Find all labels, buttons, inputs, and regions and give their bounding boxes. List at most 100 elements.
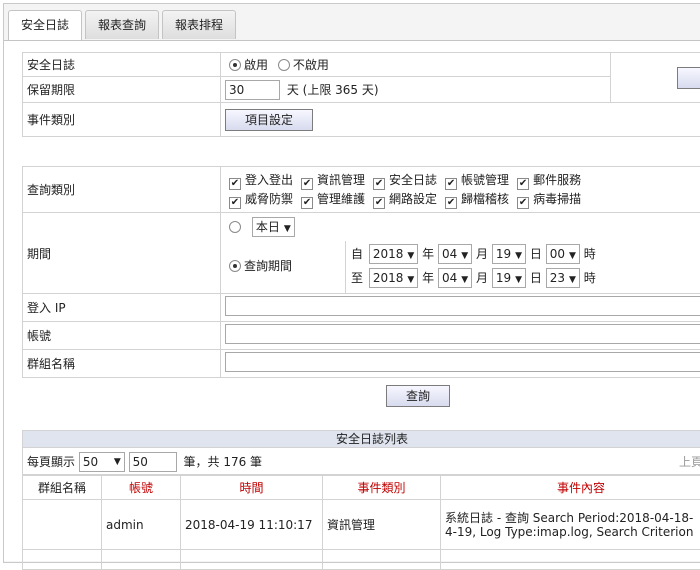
account-label: 帳號 (23, 322, 221, 350)
checkbox[interactable]: ✔ (517, 178, 529, 190)
preset-row: 本日 ▼ (229, 217, 295, 237)
custom-period-label: 查詢期間 (244, 259, 292, 273)
category-info-mgmt[interactable]: ✔資訊管理 (301, 171, 365, 190)
category-archive[interactable]: ✔ 歸檔稽核 (445, 190, 509, 209)
category-label: 安全日誌 (389, 173, 437, 187)
retention-label: 保留期限 (23, 77, 221, 103)
content-line: 系統日誌 - 查詢 Search Period:2018-04-18- (445, 511, 700, 525)
item-settings-button[interactable]: 項目設定 (225, 109, 313, 131)
checkbox[interactable]: ✔ (301, 178, 313, 190)
login-ip-input[interactable] (225, 296, 700, 316)
checkbox[interactable]: ✔ (517, 197, 529, 209)
cell-empty (323, 550, 441, 570)
from-row: 自 2018▼ 年 04▼ 月 19▼ 日 00▼ 時 (351, 244, 596, 264)
hour-unit: 時 (584, 247, 596, 261)
value: 00 (550, 247, 565, 261)
from-hour-select[interactable]: 00▼ (546, 244, 580, 264)
checkbox[interactable]: ✔ (229, 197, 241, 209)
checkbox[interactable]: ✔ (373, 178, 385, 190)
category-threat[interactable]: ✔ 威脅防禦 (229, 190, 293, 209)
disable-option[interactable]: 不啟用 (278, 58, 329, 72)
dropdown-arrow-icon: ▼ (461, 275, 468, 285)
to-month-select[interactable]: 04▼ (438, 268, 472, 288)
preset-value: 本日 (256, 220, 280, 234)
log-table: 群組名稱 帳號 時間 事件類別 事件內容 admin 2018-04-19 11… (22, 475, 700, 570)
category-login[interactable]: ✔ 登入登出 (229, 171, 293, 190)
login-ip-cell (221, 294, 700, 322)
group-name-input[interactable] (225, 352, 700, 372)
query-button[interactable]: 查詢 (386, 385, 450, 407)
category-network[interactable]: ✔網路設定 (373, 190, 437, 209)
from-month-select[interactable]: 04▼ (438, 244, 472, 264)
month-unit: 月 (476, 247, 488, 261)
category-security-log[interactable]: ✔ 安全日誌 (373, 171, 437, 190)
checkbox[interactable]: ✔ (445, 178, 457, 190)
dropdown-arrow-icon: ▼ (407, 251, 414, 261)
account-cell (221, 322, 700, 350)
disable-label: 不啟用 (293, 58, 329, 72)
category-label: 歸檔稽核 (461, 192, 509, 206)
checkbox[interactable]: ✔ (445, 197, 457, 209)
prev-page-link[interactable]: 上頁 (679, 453, 700, 470)
value: 2018 (373, 247, 404, 261)
value: 2018 (373, 271, 404, 285)
year-unit: 年 (422, 271, 434, 285)
period-label: 期間 (23, 213, 221, 294)
cell-account: admin (102, 500, 181, 550)
retention-cell: 30 天 (上限 365 天) (221, 77, 611, 103)
category-label: 登入登出 (245, 173, 293, 187)
category-label: 病毒掃描 (533, 192, 581, 206)
to-day-select[interactable]: 19▼ (492, 268, 526, 288)
value: 50 (83, 455, 98, 469)
tab-report-schedule[interactable]: 報表排程 (162, 10, 236, 39)
from-year-select[interactable]: 2018▼ (369, 244, 418, 264)
table-row[interactable]: admin 2018-04-19 11:10:17 資訊管理 系統日誌 - 查詢… (23, 500, 700, 550)
to-row: 至 2018▼ 年 04▼ 月 19▼ 日 23▼ 時 (351, 268, 596, 288)
custom-period-option[interactable]: 查詢期間 (229, 257, 292, 274)
cell-empty (181, 550, 323, 570)
retention-unit: 天 (上限 365 天) (287, 83, 379, 97)
query-category-label: 查詢類別 (23, 167, 221, 213)
tab-report-query[interactable]: 報表查詢 (85, 10, 159, 39)
to-year-select[interactable]: 2018▼ (369, 268, 418, 288)
preset-radio[interactable] (229, 221, 241, 233)
checkbox[interactable]: ✔ (301, 197, 313, 209)
category-virus[interactable]: ✔ 病毒掃描 (517, 190, 581, 209)
from-label: 自 (351, 247, 363, 261)
side-cell (611, 53, 700, 103)
tab-security-log[interactable]: 安全日誌 (8, 10, 82, 41)
cell-time: 2018-04-19 11:10:17 (181, 500, 323, 550)
category-account[interactable]: ✔帳號管理 (445, 171, 509, 190)
checkbox[interactable]: ✔ (229, 178, 241, 190)
to-hour-select[interactable]: 23▼ (546, 268, 580, 288)
page-size-input[interactable]: 50 (129, 452, 177, 472)
category-label: 威脅防禦 (245, 192, 293, 206)
dropdown-arrow-icon: ▼ (284, 224, 291, 234)
group-name-cell (221, 350, 700, 378)
enable-option[interactable]: 啟用 (229, 58, 268, 72)
category-label: 管理維護 (317, 192, 365, 206)
paging-bar: 每頁顯示 50▼ 50 筆，共 176 筆 上頁 (22, 448, 700, 475)
checkbox[interactable]: ✔ (373, 197, 385, 209)
event-category-label: 事件類別 (23, 103, 221, 137)
cell-group (23, 500, 102, 550)
account-input[interactable] (225, 324, 700, 344)
side-button[interactable] (677, 67, 700, 89)
settings-table: 安全日誌 啟用 不啟用 保留期限 30 天 (上限 365 天) 事件類別 項目… (22, 52, 700, 137)
table-row[interactable] (23, 550, 700, 570)
from-day-select[interactable]: 19▼ (492, 244, 526, 264)
dropdown-arrow-icon: ▼ (515, 251, 522, 261)
preset-select[interactable]: 本日 ▼ (252, 217, 295, 237)
custom-period-radio[interactable] (229, 260, 241, 272)
disable-radio[interactable] (278, 59, 290, 71)
per-page-select[interactable]: 50▼ (79, 452, 125, 472)
table-header-row: 群組名稱 帳號 時間 事件類別 事件內容 (23, 476, 700, 500)
category-mail[interactable]: ✔郵件服務 (517, 171, 581, 190)
category-maintenance[interactable]: ✔ 管理維護 (301, 190, 365, 209)
cell-empty (441, 550, 700, 570)
dropdown-arrow-icon: ▼ (569, 275, 576, 285)
retention-input[interactable]: 30 (225, 80, 280, 100)
event-category-cell: 項目設定 (221, 103, 700, 137)
list-title: 安全日誌列表 (22, 430, 700, 448)
enable-radio[interactable] (229, 59, 241, 71)
